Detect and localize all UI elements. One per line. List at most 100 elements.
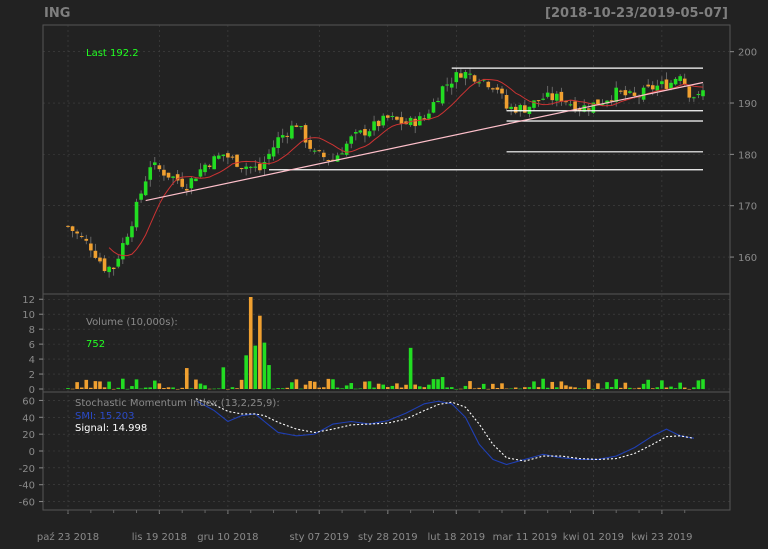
candle-body	[413, 118, 417, 127]
smi-tick-label: -20	[19, 464, 35, 475]
volume-tick-label: 10	[22, 310, 35, 321]
candle-body	[504, 95, 509, 109]
candle-body	[559, 91, 564, 102]
volume-bar	[162, 388, 166, 389]
x-tick-label: lut 18 2019	[428, 532, 486, 543]
candle-body	[660, 81, 664, 85]
candle-body	[536, 100, 541, 102]
candle-body	[340, 153, 344, 155]
volume-bar	[294, 379, 299, 389]
volume-bar	[189, 388, 194, 389]
candle-body	[75, 231, 79, 234]
volume-bar	[692, 387, 696, 389]
volume-bar	[555, 387, 559, 389]
candle-body	[449, 83, 454, 88]
volume-bar	[271, 388, 276, 390]
volume-bar	[413, 384, 417, 389]
volume-tick-label: 2	[29, 370, 35, 381]
x-tick-label: paź 23 2018	[37, 531, 99, 543]
volume-tick-label: 4	[29, 355, 35, 366]
volume-bar	[262, 342, 267, 389]
volume-bar	[139, 388, 143, 390]
candle-body	[116, 258, 121, 267]
volume-tick-label: 0	[29, 385, 35, 396]
candle-body	[344, 143, 349, 155]
candle-body	[454, 72, 459, 83]
volume-bar	[317, 387, 322, 389]
smi-title: Stochastic Momentum Index (13,2,25,9):	[75, 398, 280, 409]
candle-body	[701, 90, 705, 97]
volume-bar	[696, 380, 701, 389]
candle-body	[89, 243, 93, 251]
candle-body	[221, 154, 226, 157]
candle-body	[545, 92, 550, 97]
volume-bar	[216, 388, 221, 389]
volume-bar	[152, 380, 157, 389]
volume-bar	[573, 387, 577, 389]
volume-bar	[481, 383, 486, 389]
volume-bar	[701, 379, 705, 389]
volume-bar	[372, 387, 376, 389]
candle-body	[70, 226, 75, 231]
candle-body	[463, 72, 468, 79]
volume-bar	[641, 383, 646, 389]
volume-bar	[335, 387, 340, 389]
candle-body	[125, 236, 130, 245]
smi-line	[195, 399, 694, 466]
candle-body	[628, 91, 632, 93]
volume-bar	[235, 388, 239, 389]
volume-bar	[102, 387, 107, 389]
smi-tick-label: 20	[22, 430, 35, 441]
candle-body	[294, 125, 299, 127]
volume-value: 752	[86, 339, 105, 350]
candle-body	[230, 156, 235, 158]
smi-tick-label: 40	[22, 413, 35, 424]
candle-body	[244, 166, 248, 169]
candle-body	[290, 125, 294, 139]
candle-body	[568, 104, 573, 106]
candle-body	[102, 258, 107, 272]
volume-bar	[586, 379, 591, 389]
candle-body	[363, 129, 367, 136]
volume-bar	[308, 381, 312, 389]
candle-body	[523, 105, 527, 113]
volume-bar	[614, 379, 619, 389]
volume-bar	[527, 387, 532, 389]
candle-body	[555, 93, 559, 101]
smi-tick-label: -40	[19, 481, 35, 492]
volume-bar	[280, 388, 285, 389]
x-tick-label: kwi 01 2019	[563, 532, 624, 543]
volume-bar	[646, 379, 650, 389]
candle-body	[673, 78, 678, 85]
volume-bar	[93, 381, 98, 389]
candle-body	[212, 156, 216, 170]
candle-body	[655, 85, 660, 91]
volume-bar	[504, 388, 509, 390]
candle-body	[472, 75, 477, 82]
candle-body	[486, 81, 491, 88]
volume-bar	[440, 377, 445, 389]
x-tick-label: sty 28 2019	[358, 532, 418, 543]
volume-bar	[276, 388, 280, 389]
volume-bar	[157, 383, 162, 389]
volume-bar	[290, 382, 294, 389]
candle-body	[687, 86, 692, 98]
candle-body	[253, 166, 258, 168]
candle-body	[381, 115, 386, 126]
volume-bar	[445, 387, 449, 389]
candle-body	[399, 117, 404, 124]
volume-bar	[655, 387, 660, 389]
volume-bar	[669, 386, 673, 389]
volume-bar	[84, 379, 89, 389]
volume-bar	[207, 388, 212, 390]
candle-body	[285, 135, 290, 137]
candle-body	[664, 79, 669, 89]
volume-bar	[239, 379, 244, 389]
volume-bar	[577, 388, 582, 389]
x-tick-label: lis 19 2018	[132, 532, 187, 543]
candle-body	[646, 84, 650, 87]
volume-bar	[532, 381, 536, 389]
candle-body	[312, 150, 317, 152]
candle-body	[349, 136, 354, 144]
candle-body	[189, 178, 194, 189]
